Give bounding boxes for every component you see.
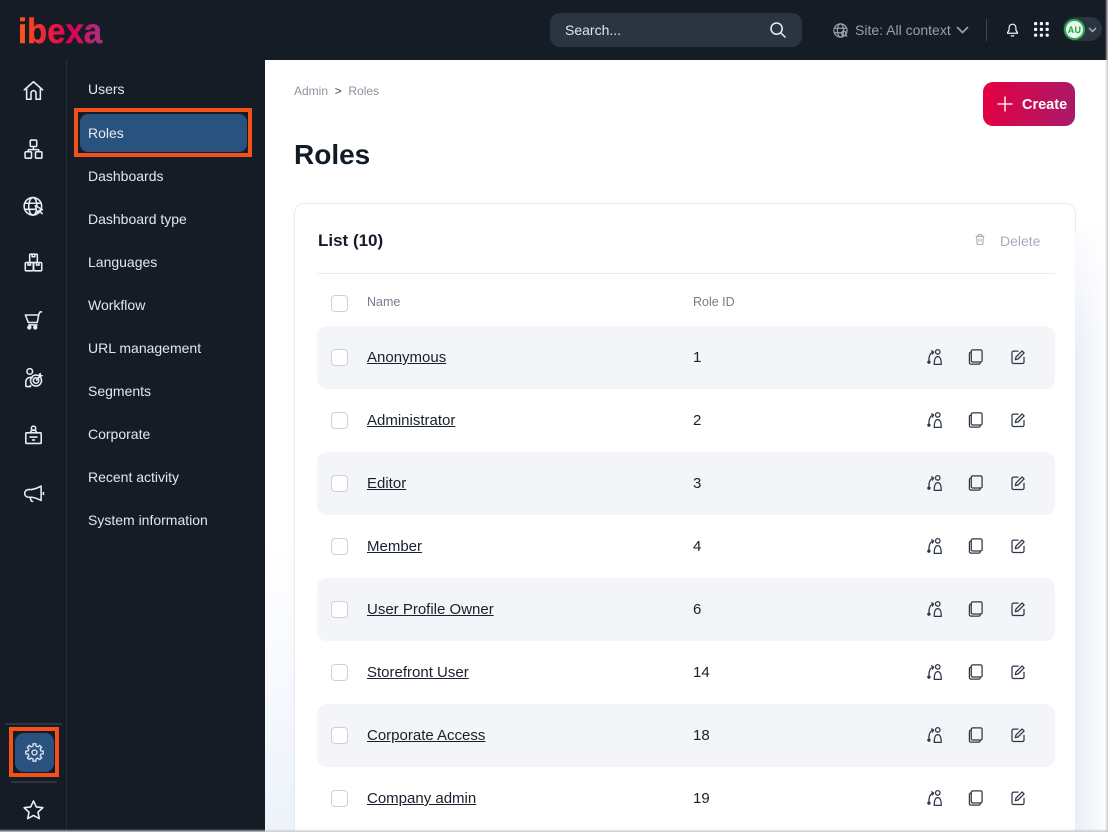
- svg-text:ibexa: ibexa: [18, 12, 103, 51]
